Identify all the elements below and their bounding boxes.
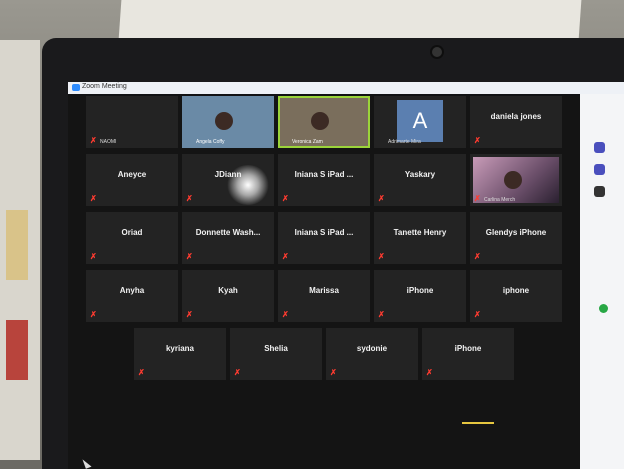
panel-app-icon[interactable] bbox=[594, 164, 605, 175]
participant-tile[interactable]: Shelia ✗ bbox=[230, 328, 322, 380]
webcam-icon bbox=[432, 47, 442, 57]
mic-muted-icon: ✗ bbox=[474, 194, 481, 203]
mic-muted-icon: ✗ bbox=[90, 194, 97, 203]
mic-muted-icon: ✗ bbox=[426, 368, 433, 377]
participant-tile[interactable]: Glendys iPhone ✗ bbox=[470, 212, 562, 264]
participant-tile[interactable]: Anyha ✗ bbox=[86, 270, 178, 322]
laptop-screen: Zoom Meeting ✗ NAOMI Angela Coffy Veronica … bbox=[68, 82, 624, 469]
mic-muted-icon: ✗ bbox=[186, 252, 193, 261]
video-feed bbox=[215, 111, 234, 130]
participant-tile[interactable]: Iniana S iPad ... ✗ bbox=[278, 212, 370, 264]
participant-name: Tanette Henry bbox=[393, 228, 447, 237]
participant-name: Anyha bbox=[119, 286, 145, 295]
window-titlebar: Zoom Meeting bbox=[68, 82, 624, 94]
participant-tile[interactable]: sydonie ✗ bbox=[326, 328, 418, 380]
zoom-logo-icon bbox=[72, 84, 80, 91]
mic-muted-icon: ✗ bbox=[474, 136, 481, 145]
participant-tile[interactable]: iphone ✗ bbox=[470, 270, 562, 322]
mic-muted-icon: ✗ bbox=[282, 252, 289, 261]
mic-muted-icon: ✗ bbox=[90, 136, 97, 145]
panel-app-icon[interactable] bbox=[594, 186, 605, 197]
mic-muted-icon: ✗ bbox=[138, 368, 145, 377]
participant-name: iphone bbox=[502, 286, 530, 295]
participant-label: Adrimarte Mira bbox=[388, 139, 421, 145]
participant-tile[interactable]: Tanette Henry ✗ bbox=[374, 212, 466, 264]
participant-label: Angela Coffy bbox=[196, 139, 225, 145]
participant-name: Iniana S iPad ... bbox=[294, 170, 354, 179]
mic-muted-icon: ✗ bbox=[474, 252, 481, 261]
screen-glare bbox=[226, 165, 270, 205]
participant-name: Donnette Wash... bbox=[195, 228, 261, 237]
participant-tile[interactable]: iPhone ✗ bbox=[374, 270, 466, 322]
participant-name: kyriana bbox=[165, 344, 195, 353]
participant-tile[interactable]: daniela jones ✗ bbox=[470, 96, 562, 148]
video-feed bbox=[311, 111, 330, 130]
participant-label: NAOMI bbox=[100, 139, 117, 145]
participant-name: Marissa bbox=[309, 286, 339, 295]
participant-name: iPhone bbox=[454, 344, 482, 353]
mic-muted-icon: ✗ bbox=[90, 310, 97, 319]
gallery-view: ✗ NAOMI Angela Coffy Veronica Zam A Adrimarte… bbox=[68, 96, 580, 469]
participant-tile[interactable]: ✗ Carlina Merch bbox=[470, 154, 562, 206]
participant-name: Shelia bbox=[264, 344, 288, 353]
participant-name: Kyah bbox=[218, 286, 238, 295]
active-underline bbox=[462, 422, 494, 424]
panel-app-icon[interactable] bbox=[594, 142, 605, 153]
participant-tile[interactable]: iPhone ✗ bbox=[422, 328, 514, 380]
participant-tile[interactable]: ✗ NAOMI bbox=[86, 96, 178, 148]
participant-name: daniela jones bbox=[490, 112, 542, 121]
participant-tile[interactable]: Donnette Wash... ✗ bbox=[182, 212, 274, 264]
participant-label: Veronica Zam bbox=[292, 139, 323, 145]
participant-tile[interactable]: Veronica Zam bbox=[278, 96, 370, 148]
participant-name: iPhone bbox=[406, 286, 434, 295]
participant-avatar: A bbox=[397, 100, 443, 142]
participant-name: sydonie bbox=[356, 344, 388, 353]
participant-name: Iniana S iPad ... bbox=[294, 228, 354, 237]
participant-tile[interactable]: A Adrimarte Mira bbox=[374, 96, 466, 148]
mic-muted-icon: ✗ bbox=[282, 310, 289, 319]
red-folder bbox=[6, 320, 28, 380]
mic-muted-icon: ✗ bbox=[378, 194, 385, 203]
participant-tile[interactable]: Marissa ✗ bbox=[278, 270, 370, 322]
participant-label: Carlina Merch bbox=[484, 197, 516, 203]
participant-name: Aneyce bbox=[117, 170, 147, 179]
participant-tile[interactable]: Yaskary ✗ bbox=[374, 154, 466, 206]
mic-muted-icon: ✗ bbox=[330, 368, 337, 377]
mic-muted-icon: ✗ bbox=[234, 368, 241, 377]
mic-muted-icon: ✗ bbox=[186, 194, 193, 203]
participant-tile[interactable]: Aneyce ✗ bbox=[86, 154, 178, 206]
participant-tile[interactable]: Kyah ✗ bbox=[182, 270, 274, 322]
participant-name: Oriad bbox=[121, 228, 143, 237]
participant-tile[interactable]: Iniana S iPad ... ✗ bbox=[278, 154, 370, 206]
face-image bbox=[503, 170, 522, 189]
mic-muted-icon: ✗ bbox=[90, 252, 97, 261]
participant-name: Yaskary bbox=[404, 170, 436, 179]
check-icon bbox=[599, 304, 608, 313]
paper-sheet bbox=[118, 0, 582, 40]
participant-tile[interactable]: kyriana ✗ bbox=[134, 328, 226, 380]
mic-muted-icon: ✗ bbox=[378, 252, 385, 261]
participant-name: Glendys iPhone bbox=[485, 228, 547, 237]
participant-tile[interactable]: Angela Coffy bbox=[182, 96, 274, 148]
mic-muted-icon: ✗ bbox=[474, 310, 481, 319]
mic-muted-icon: ✗ bbox=[378, 310, 385, 319]
participant-tile[interactable]: Oriad ✗ bbox=[86, 212, 178, 264]
mic-muted-icon: ✗ bbox=[282, 194, 289, 203]
window-title: Zoom Meeting bbox=[82, 83, 127, 90]
mic-muted-icon: ✗ bbox=[186, 310, 193, 319]
sticky-note bbox=[6, 210, 28, 280]
